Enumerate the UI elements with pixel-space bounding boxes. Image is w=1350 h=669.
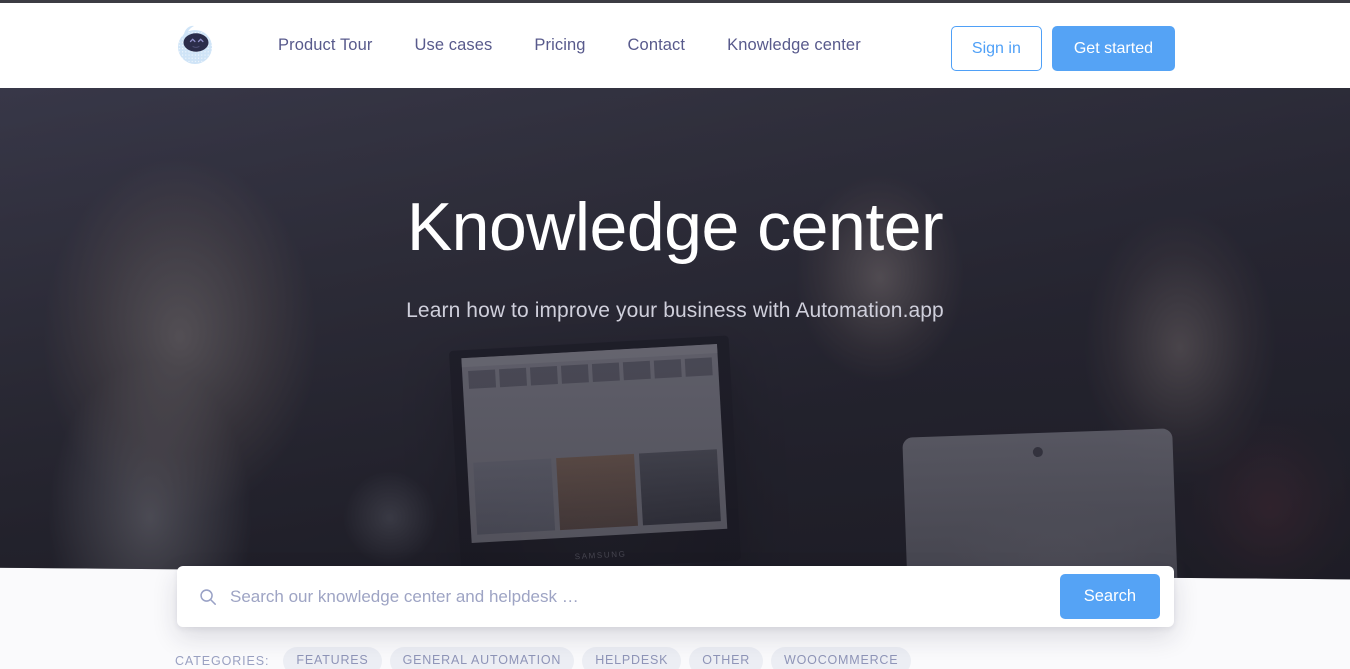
search-input[interactable]	[230, 566, 1060, 627]
category-chip-helpdesk[interactable]: HELPDESK	[582, 647, 682, 669]
search-button[interactable]: Search	[1059, 574, 1160, 619]
nav-item-use-cases[interactable]: Use cases	[414, 32, 492, 59]
categories-label: CATEGORIES:	[175, 653, 270, 668]
knowledge-center-page: Product Tour Use cases Pricing Contact K…	[0, 0, 1350, 669]
search-bar: Search	[177, 566, 1174, 627]
page-subtitle: Learn how to improve your business with …	[406, 299, 944, 323]
search-icon	[200, 588, 216, 605]
nav-item-pricing[interactable]: Pricing	[534, 32, 585, 59]
category-filter-bar: CATEGORIES: FEATURES GENERAL AUTOMATION …	[175, 647, 919, 669]
category-chip-general-automation[interactable]: GENERAL AUTOMATION	[389, 647, 575, 669]
nav-item-contact[interactable]: Contact	[628, 32, 686, 59]
sign-in-button[interactable]: Sign in	[950, 26, 1042, 71]
main-navigation: Product Tour Use cases Pricing Contact K…	[278, 3, 861, 88]
brand-logo[interactable]	[172, 22, 218, 68]
nav-item-product-tour[interactable]: Product Tour	[278, 32, 372, 59]
automation-mascot-logo-icon	[178, 25, 212, 64]
category-chip-other[interactable]: OTHER	[689, 647, 764, 669]
nav-item-knowledge-center[interactable]: Knowledge center	[727, 32, 861, 59]
page-title: Knowledge center	[406, 189, 944, 265]
browser-top-strip	[0, 0, 1350, 3]
category-chip-features[interactable]: FEATURES	[283, 647, 382, 669]
header-actions: Sign in Get started	[950, 26, 1175, 71]
category-chip-woocommerce[interactable]: WOOCOMMERCE	[771, 647, 912, 669]
site-header: Product Tour Use cases Pricing Contact K…	[0, 3, 1350, 88]
get-started-button[interactable]: Get started	[1051, 26, 1175, 71]
